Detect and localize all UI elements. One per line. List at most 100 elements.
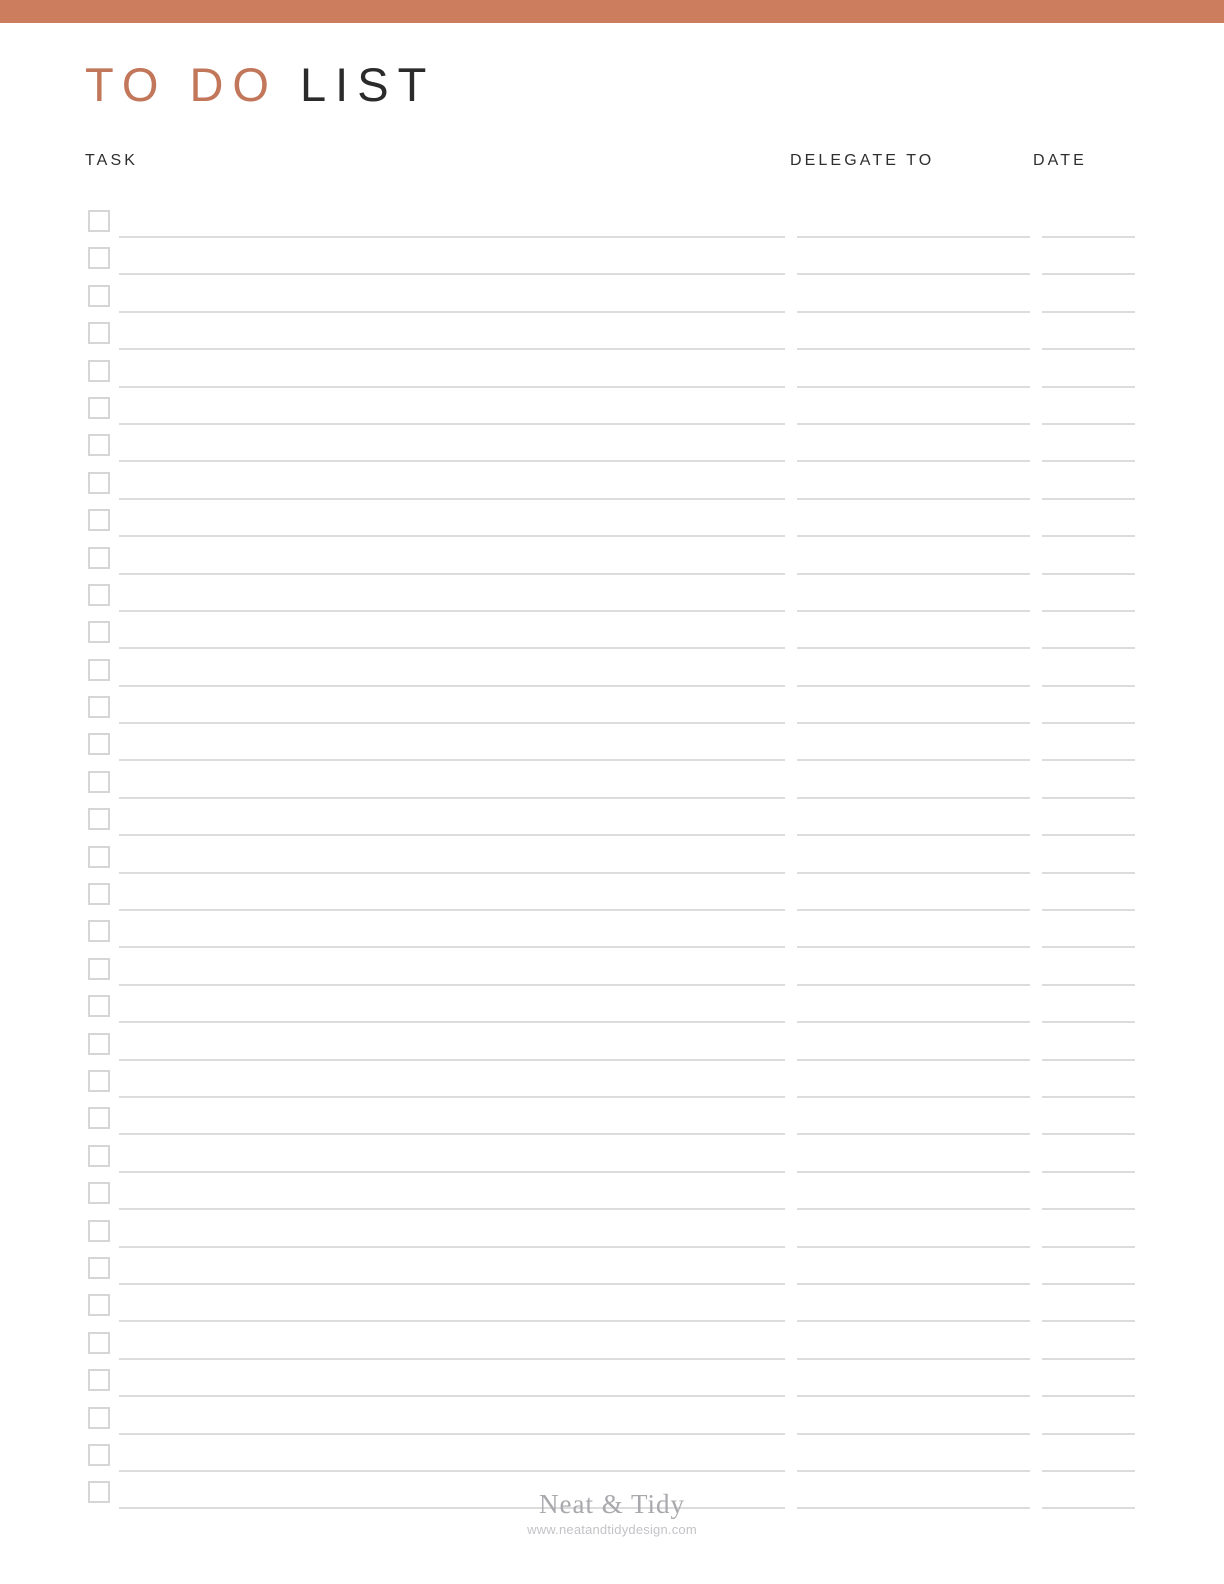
task-checkbox[interactable]	[88, 583, 110, 606]
task-checkbox[interactable]	[88, 1032, 110, 1055]
task-checkbox[interactable]	[88, 284, 110, 307]
task-write-line[interactable]	[119, 422, 785, 425]
delegate-write-line[interactable]	[797, 871, 1030, 874]
date-write-line[interactable]	[1042, 572, 1135, 575]
task-checkbox[interactable]	[88, 396, 110, 419]
date-write-line[interactable]	[1042, 647, 1135, 650]
task-checkbox[interactable]	[88, 658, 110, 681]
delegate-write-line[interactable]	[797, 1208, 1030, 1211]
delegate-write-line[interactable]	[797, 1320, 1030, 1323]
delegate-write-line[interactable]	[797, 1021, 1030, 1024]
delegate-write-line[interactable]	[797, 535, 1030, 538]
task-checkbox[interactable]	[88, 808, 110, 831]
delegate-write-line[interactable]	[797, 1133, 1030, 1136]
task-write-line[interactable]	[119, 497, 785, 500]
delegate-write-line[interactable]	[797, 647, 1030, 650]
task-write-line[interactable]	[119, 1357, 785, 1360]
task-write-line[interactable]	[119, 609, 785, 612]
delegate-write-line[interactable]	[797, 422, 1030, 425]
delegate-write-line[interactable]	[797, 497, 1030, 500]
task-write-line[interactable]	[119, 572, 785, 575]
delegate-write-line[interactable]	[797, 460, 1030, 463]
delegate-write-line[interactable]	[797, 946, 1030, 949]
delegate-write-line[interactable]	[797, 1245, 1030, 1248]
delegate-write-line[interactable]	[797, 273, 1030, 276]
task-write-line[interactable]	[119, 1320, 785, 1323]
date-write-line[interactable]	[1042, 497, 1135, 500]
task-checkbox[interactable]	[88, 883, 110, 906]
task-checkbox[interactable]	[88, 733, 110, 756]
date-write-line[interactable]	[1042, 385, 1135, 388]
task-write-line[interactable]	[119, 834, 785, 837]
task-write-line[interactable]	[119, 946, 785, 949]
date-write-line[interactable]	[1042, 684, 1135, 687]
delegate-write-line[interactable]	[797, 572, 1030, 575]
task-checkbox[interactable]	[88, 621, 110, 644]
task-write-line[interactable]	[119, 1208, 785, 1211]
date-write-line[interactable]	[1042, 460, 1135, 463]
date-write-line[interactable]	[1042, 535, 1135, 538]
date-write-line[interactable]	[1042, 1170, 1135, 1173]
delegate-write-line[interactable]	[797, 684, 1030, 687]
task-checkbox[interactable]	[88, 322, 110, 345]
task-checkbox[interactable]	[88, 359, 110, 382]
task-write-line[interactable]	[119, 1095, 785, 1098]
date-write-line[interactable]	[1042, 871, 1135, 874]
task-write-line[interactable]	[119, 796, 785, 799]
date-write-line[interactable]	[1042, 1095, 1135, 1098]
task-checkbox[interactable]	[88, 1219, 110, 1242]
delegate-write-line[interactable]	[797, 385, 1030, 388]
delegate-write-line[interactable]	[797, 310, 1030, 313]
task-write-line[interactable]	[119, 310, 785, 313]
task-write-line[interactable]	[119, 348, 785, 351]
delegate-write-line[interactable]	[797, 796, 1030, 799]
date-write-line[interactable]	[1042, 909, 1135, 912]
task-checkbox[interactable]	[88, 1182, 110, 1205]
task-write-line[interactable]	[119, 871, 785, 874]
delegate-write-line[interactable]	[797, 348, 1030, 351]
task-write-line[interactable]	[119, 1133, 785, 1136]
date-write-line[interactable]	[1042, 348, 1135, 351]
date-write-line[interactable]	[1042, 722, 1135, 725]
delegate-write-line[interactable]	[797, 236, 1030, 238]
task-checkbox[interactable]	[88, 1069, 110, 1092]
task-write-line[interactable]	[119, 460, 785, 463]
task-checkbox[interactable]	[88, 509, 110, 532]
task-write-line[interactable]	[119, 1058, 785, 1061]
delegate-write-line[interactable]	[797, 1395, 1030, 1398]
task-checkbox[interactable]	[88, 1369, 110, 1392]
task-checkbox[interactable]	[88, 1331, 110, 1354]
delegate-write-line[interactable]	[797, 1170, 1030, 1173]
task-checkbox[interactable]	[88, 247, 110, 270]
delegate-write-line[interactable]	[797, 1357, 1030, 1360]
task-checkbox[interactable]	[88, 696, 110, 719]
task-write-line[interactable]	[119, 1395, 785, 1398]
date-write-line[interactable]	[1042, 796, 1135, 799]
delegate-write-line[interactable]	[797, 722, 1030, 725]
task-write-line[interactable]	[119, 385, 785, 388]
task-write-line[interactable]	[119, 909, 785, 912]
delegate-write-line[interactable]	[797, 1469, 1030, 1472]
date-write-line[interactable]	[1042, 1469, 1135, 1472]
task-checkbox[interactable]	[88, 1144, 110, 1167]
task-checkbox[interactable]	[88, 434, 110, 457]
task-checkbox[interactable]	[88, 770, 110, 793]
date-write-line[interactable]	[1042, 946, 1135, 949]
task-write-line[interactable]	[119, 1282, 785, 1285]
task-checkbox[interactable]	[88, 546, 110, 569]
delegate-write-line[interactable]	[797, 609, 1030, 612]
task-write-line[interactable]	[119, 535, 785, 538]
date-write-line[interactable]	[1042, 422, 1135, 425]
delegate-write-line[interactable]	[797, 759, 1030, 762]
task-checkbox[interactable]	[88, 210, 110, 232]
date-write-line[interactable]	[1042, 609, 1135, 612]
task-checkbox[interactable]	[88, 957, 110, 980]
task-checkbox[interactable]	[88, 1256, 110, 1279]
task-write-line[interactable]	[119, 1021, 785, 1024]
task-write-line[interactable]	[119, 759, 785, 762]
task-checkbox[interactable]	[88, 920, 110, 943]
date-write-line[interactable]	[1042, 1395, 1135, 1398]
task-checkbox[interactable]	[88, 995, 110, 1018]
task-checkbox[interactable]	[88, 471, 110, 494]
task-write-line[interactable]	[119, 1245, 785, 1248]
